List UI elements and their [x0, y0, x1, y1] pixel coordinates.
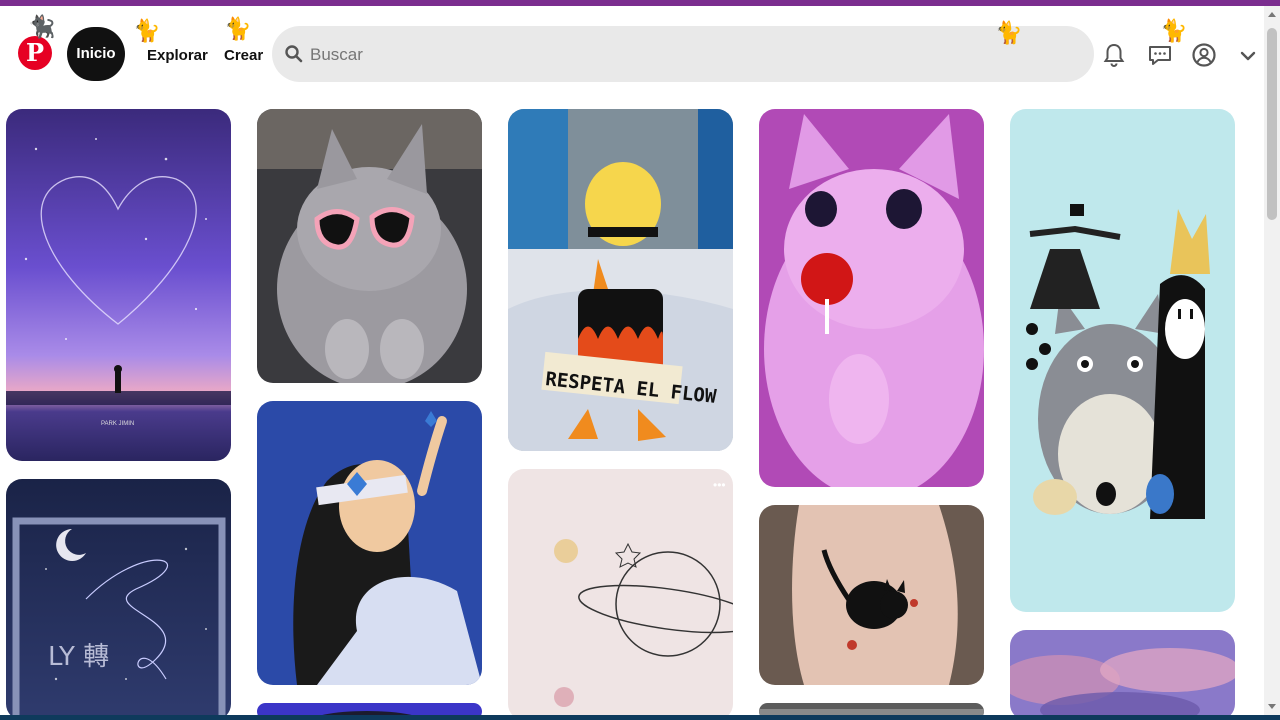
pinterest-logo[interactable]: P — [18, 36, 52, 70]
pin-cat-sunglasses[interactable] — [257, 109, 482, 383]
pin-image: LY 轉 — [6, 479, 231, 720]
svg-text:•••: ••• — [713, 478, 726, 492]
scroll-up-arrow-icon[interactable] — [1268, 12, 1276, 17]
scroll-down-arrow-icon[interactable] — [1268, 704, 1276, 709]
pin-purple-clouds[interactable] — [1010, 630, 1235, 720]
pin-image — [257, 109, 482, 383]
profile-icon[interactable] — [1191, 42, 1217, 68]
nav-explore-link[interactable]: Explorar — [147, 47, 208, 64]
pin-image: PARK JIMIN — [6, 109, 231, 461]
cat-sticker-icon: 🐈 — [133, 18, 161, 43]
pin-cat-tattoo[interactable] — [759, 505, 984, 685]
pin-image: ••• — [508, 469, 733, 720]
pin-galaxy-heart[interactable]: PARK JIMIN — [6, 109, 231, 461]
pin-image — [1010, 630, 1235, 720]
cat-sticker-icon: 🐈 — [995, 20, 1023, 45]
pin-image — [759, 505, 984, 685]
pin-image — [1010, 109, 1235, 612]
cat-sticker-icon: 🐈‍⬛ — [28, 14, 56, 39]
nav-home-button[interactable]: Inicio — [67, 27, 125, 81]
messages-icon[interactable] — [1147, 42, 1173, 68]
cat-sticker-icon: 🐈 — [1160, 18, 1188, 43]
search-icon — [285, 45, 303, 63]
pin-caption: PARK JIMIN — [101, 421, 134, 427]
cat-sticker-icon: 🐈 — [224, 16, 252, 41]
pin-image: RESPETA EL FLOW — [508, 109, 733, 451]
notifications-icon[interactable] — [1101, 42, 1127, 68]
scrollbar[interactable] — [1264, 6, 1280, 715]
chevron-down-icon[interactable] — [1238, 46, 1258, 66]
scrollbar-thumb[interactable] — [1267, 28, 1277, 220]
bottom-accent-bar — [0, 715, 1280, 720]
pin-bts-constellation[interactable]: LY 轉 — [6, 479, 231, 720]
header: P Inicio Explorar Crear 🐈‍⬛ 🐈 🐈 🐈 🐈 — [0, 6, 1264, 100]
pin-duck-flow[interactable]: RESPETA EL FLOW — [508, 109, 733, 451]
search-input[interactable] — [308, 34, 1012, 76]
pin-caption: LY 轉 — [48, 642, 109, 672]
search-bar[interactable] — [272, 26, 1094, 82]
pin-planet-doodle[interactable]: ••• — [508, 469, 733, 720]
pin-butterfly-girl[interactable] — [257, 401, 482, 685]
nav-create-link[interactable]: Crear — [224, 47, 263, 64]
pin-pink-cat-lollipop[interactable] — [759, 109, 984, 487]
pin-image — [759, 109, 984, 487]
pin-ghibli-characters[interactable] — [1010, 109, 1235, 612]
pin-image — [257, 401, 482, 685]
